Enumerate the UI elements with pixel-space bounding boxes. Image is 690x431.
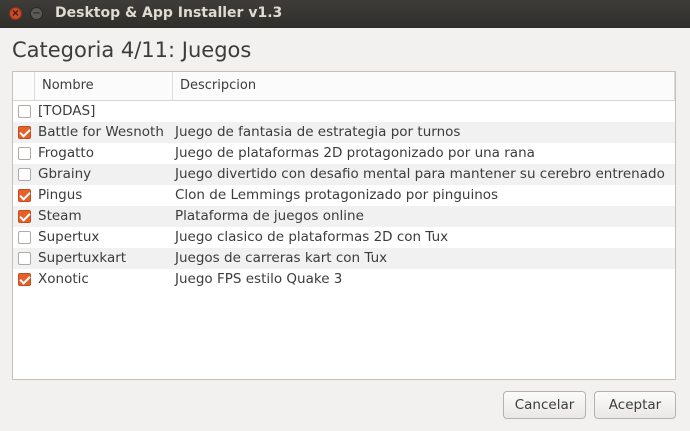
- accept-button[interactable]: Aceptar: [594, 391, 676, 419]
- row-name: [TODAS]: [38, 103, 96, 119]
- title-bar: × − Desktop & App Installer v1.3: [0, 0, 690, 28]
- column-header-name[interactable]: Nombre: [35, 72, 173, 100]
- table-row[interactable]: Frogatto Juego de plataformas 2D protagon…: [13, 143, 675, 164]
- page-title: Categoria 4/11: Juegos: [12, 38, 252, 62]
- row-description: Juego de plataformas 2D protagonizado po…: [175, 145, 535, 161]
- table-row[interactable]: Steam Plataforma de juegos online: [13, 206, 675, 227]
- apps-tree-view: Nombre Descripcion [TODAS] Battle for Wes…: [12, 71, 676, 380]
- row-name: Frogatto: [38, 145, 94, 161]
- table-row[interactable]: Supertuxkart Juegos de carreras kart con …: [13, 248, 675, 269]
- window-title: Desktop & App Installer v1.3: [55, 5, 283, 21]
- row-checkbox[interactable]: [18, 273, 31, 286]
- row-description: Clon de Lemmings protagonizado por pingu…: [175, 187, 499, 203]
- table-row[interactable]: Battle for Wesnoth Juego de fantasia de e…: [13, 122, 675, 143]
- table-row[interactable]: Supertux Juego clasico de plataformas 2D …: [13, 227, 675, 248]
- table-body: [TODAS] Battle for Wesnoth Juego de fantas…: [13, 101, 675, 290]
- table-row[interactable]: [TODAS]: [13, 101, 675, 122]
- table-row[interactable]: Gbrainy Juego divertido con desafio menta…: [13, 164, 675, 185]
- row-description: Juego clasico de plataformas 2D con Tux: [175, 229, 449, 245]
- row-checkbox[interactable]: [18, 168, 31, 181]
- minimize-window-button[interactable]: −: [30, 7, 43, 20]
- row-description: Juego FPS estilo Quake 3: [175, 271, 343, 287]
- table-row[interactable]: Xonotic Juego FPS estilo Quake 3: [13, 269, 675, 290]
- minimize-icon: −: [32, 7, 41, 19]
- row-description: Juego de fantasia de estrategia por turn…: [175, 124, 461, 140]
- row-checkbox[interactable]: [18, 105, 31, 118]
- row-name: Supertux: [38, 229, 100, 245]
- row-checkbox[interactable]: [18, 126, 31, 139]
- row-checkbox[interactable]: [18, 189, 31, 202]
- row-description: Juego divertido con desafio mental para …: [175, 166, 665, 182]
- column-header-description[interactable]: Descripcion: [173, 72, 675, 100]
- row-name: Supertuxkart: [38, 250, 127, 266]
- row-checkbox[interactable]: [18, 210, 31, 223]
- row-checkbox[interactable]: [18, 231, 31, 244]
- row-name: Gbrainy: [38, 166, 92, 182]
- row-description: Plataforma de juegos online: [175, 208, 364, 224]
- row-name: Pingus: [38, 187, 83, 203]
- column-header-check[interactable]: [13, 72, 35, 100]
- row-name: Xonotic: [38, 271, 89, 287]
- row-description: Juegos de carreras kart con Tux: [175, 250, 388, 266]
- cancel-button[interactable]: Cancelar: [503, 391, 586, 419]
- row-name: Steam: [38, 208, 82, 224]
- table-header: Nombre Descripcion: [13, 72, 675, 101]
- table-row[interactable]: Pingus Clon de Lemmings protagonizado por…: [13, 185, 675, 206]
- close-window-button[interactable]: ×: [9, 7, 22, 20]
- row-checkbox[interactable]: [18, 252, 31, 265]
- close-icon: ×: [11, 7, 20, 19]
- row-name: Battle for Wesnoth: [38, 124, 164, 140]
- row-checkbox[interactable]: [18, 147, 31, 160]
